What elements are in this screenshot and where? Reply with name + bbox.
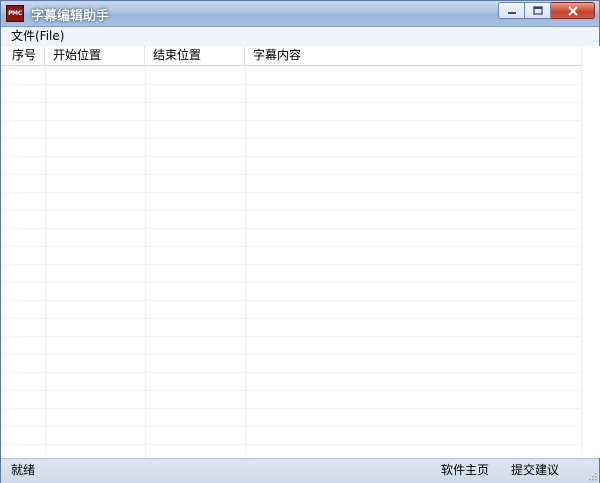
row-divider — [1, 246, 581, 247]
row-divider — [1, 282, 581, 283]
column-divider — [45, 66, 46, 458]
app-icon[interactable]: PMC — [6, 5, 24, 22]
menu-file[interactable]: 文件(File) — [11, 28, 64, 45]
row-divider — [1, 228, 581, 229]
row-divider — [1, 264, 581, 265]
maximize-icon — [532, 6, 543, 15]
minimize-button[interactable] — [498, 2, 525, 19]
submit-suggestion-link[interactable]: 提交建议 — [511, 459, 559, 482]
row-divider — [1, 354, 581, 355]
row-divider — [1, 408, 581, 409]
main-window: PMC 字幕编辑助手 文件(File) 序号 开始位置 结束位置 字幕内容 就绪… — [0, 0, 600, 483]
row-divider — [1, 120, 581, 121]
close-button[interactable] — [551, 2, 595, 19]
row-divider — [1, 372, 581, 373]
column-header-content[interactable]: 字幕内容 — [245, 46, 581, 65]
column-header-start[interactable]: 开始位置 — [45, 46, 145, 65]
list-scroll-area — [581, 46, 600, 458]
resize-grip-icon[interactable] — [587, 471, 597, 481]
status-bar: 就绪 软件主页 提交建议 — [1, 458, 599, 483]
row-divider — [1, 426, 581, 427]
maximize-button[interactable] — [525, 2, 551, 19]
row-divider — [1, 102, 581, 103]
window-controls — [498, 2, 595, 20]
close-icon — [567, 5, 578, 16]
status-ready: 就绪 — [11, 463, 36, 477]
minimize-icon — [507, 11, 516, 14]
title-bar[interactable]: PMC 字幕编辑助手 — [1, 1, 599, 27]
row-divider — [1, 156, 581, 157]
row-divider — [1, 138, 581, 139]
row-divider — [1, 300, 581, 301]
column-divider — [145, 66, 146, 458]
row-divider — [1, 210, 581, 211]
row-divider — [1, 174, 581, 175]
software-home-link[interactable]: 软件主页 — [441, 459, 489, 482]
column-header-index[interactable]: 序号 — [1, 46, 45, 65]
row-divider — [1, 192, 581, 193]
column-header-end[interactable]: 结束位置 — [145, 46, 245, 65]
subtitle-list[interactable] — [1, 66, 581, 458]
row-divider — [1, 84, 581, 85]
row-divider — [1, 318, 581, 319]
list-header: 序号 开始位置 结束位置 字幕内容 — [1, 46, 599, 66]
row-divider — [1, 336, 581, 337]
row-divider — [1, 444, 581, 445]
menu-bar: 文件(File) — [1, 27, 599, 47]
row-divider — [1, 390, 581, 391]
column-divider — [245, 66, 246, 458]
window-title: 字幕编辑助手 — [31, 9, 110, 24]
